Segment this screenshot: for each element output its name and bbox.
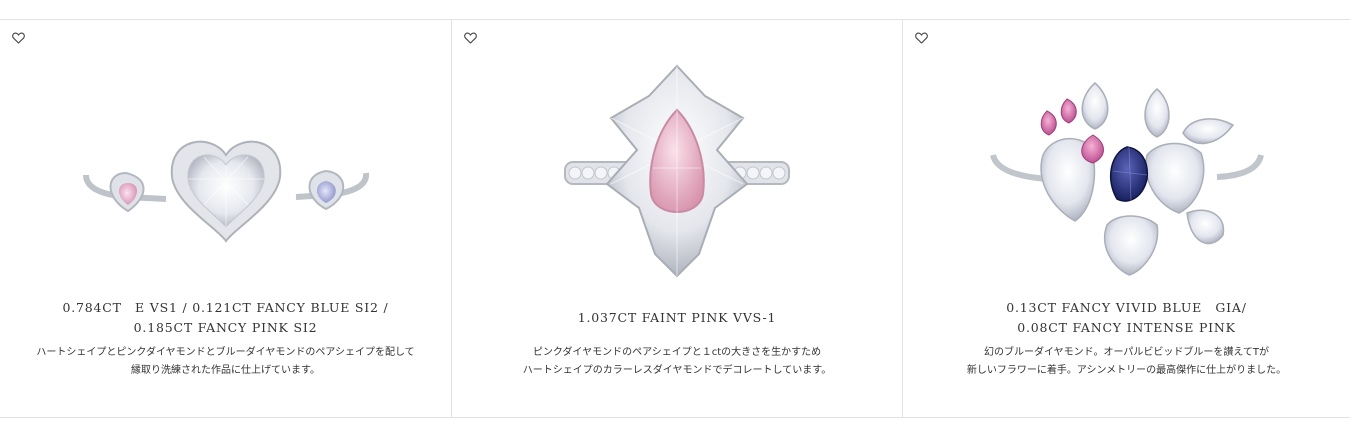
product-description-line: ピンクダイヤモンドのペアシェイプと１ctの大きさを生かすため (532, 347, 822, 358)
ring-image (82, 140, 369, 243)
product-grid: 0.784CT E VS1 / 0.121CT FANCY BLUE SI2 /… (0, 19, 1350, 418)
product-title-line: 0.185CT FANCY PINK SI2 (133, 320, 318, 335)
product-description-line: 縁取り洗練された作品に仕上げています。 (131, 365, 320, 376)
product-description: ハートシェイプとピンクダイヤモンドとブルーダイヤモンドのペアシェイプを配して 縁… (0, 344, 451, 380)
product-description-line: 新しいフラワーに着手。アシンメトリーの最高傑作に仕上がりました。 (966, 365, 1287, 376)
product-card[interactable]: 0.13CT FANCY VIVID BLUE GIA/ 0.08CT FANC… (903, 20, 1350, 417)
product-card[interactable]: 0.784CT E VS1 / 0.121CT FANCY BLUE SI2 /… (0, 20, 452, 417)
product-description-line: 幻のブルーダイヤモンド。オーパルビビッドブルーを讃えてTが (983, 347, 1269, 358)
product-image[interactable] (903, 42, 1350, 304)
product-title-line: 0.13CT FANCY VIVID BLUE GIA/ (1006, 300, 1247, 315)
ring-image (564, 64, 790, 278)
product-image[interactable] (0, 42, 451, 304)
ring-image (989, 82, 1264, 276)
product-title[interactable]: 1.037CT FAINT PINK VVS-1 (452, 308, 902, 328)
product-description-line: ハートシェイプとピンクダイヤモンドとブルーダイヤモンドのペアシェイプを配して (36, 347, 415, 358)
product-title-line: 0.08CT FANCY INTENSE PINK (1017, 320, 1236, 335)
product-title[interactable]: 0.13CT FANCY VIVID BLUE GIA/ 0.08CT FANC… (903, 298, 1350, 338)
product-image[interactable] (452, 42, 902, 304)
product-card[interactable]: 1.037CT FAINT PINK VVS-1 ピンクダイヤモンドのペアシェイ… (452, 20, 903, 417)
product-description: 幻のブルーダイヤモンド。オーパルビビッドブルーを讃えてTが 新しいフラワーに着手… (903, 344, 1350, 380)
product-description: ピンクダイヤモンドのペアシェイプと１ctの大きさを生かすため ハートシェイプのカ… (452, 344, 902, 380)
product-title[interactable]: 0.784CT E VS1 / 0.121CT FANCY BLUE SI2 /… (0, 298, 451, 338)
product-title-line: 1.037CT FAINT PINK VVS-1 (577, 310, 777, 325)
product-description-line: ハートシェイプのカラーレスダイヤモンドでデコレートしています。 (522, 365, 832, 376)
product-title-line: 0.784CT E VS1 / 0.121CT FANCY BLUE SI2 / (62, 300, 389, 315)
